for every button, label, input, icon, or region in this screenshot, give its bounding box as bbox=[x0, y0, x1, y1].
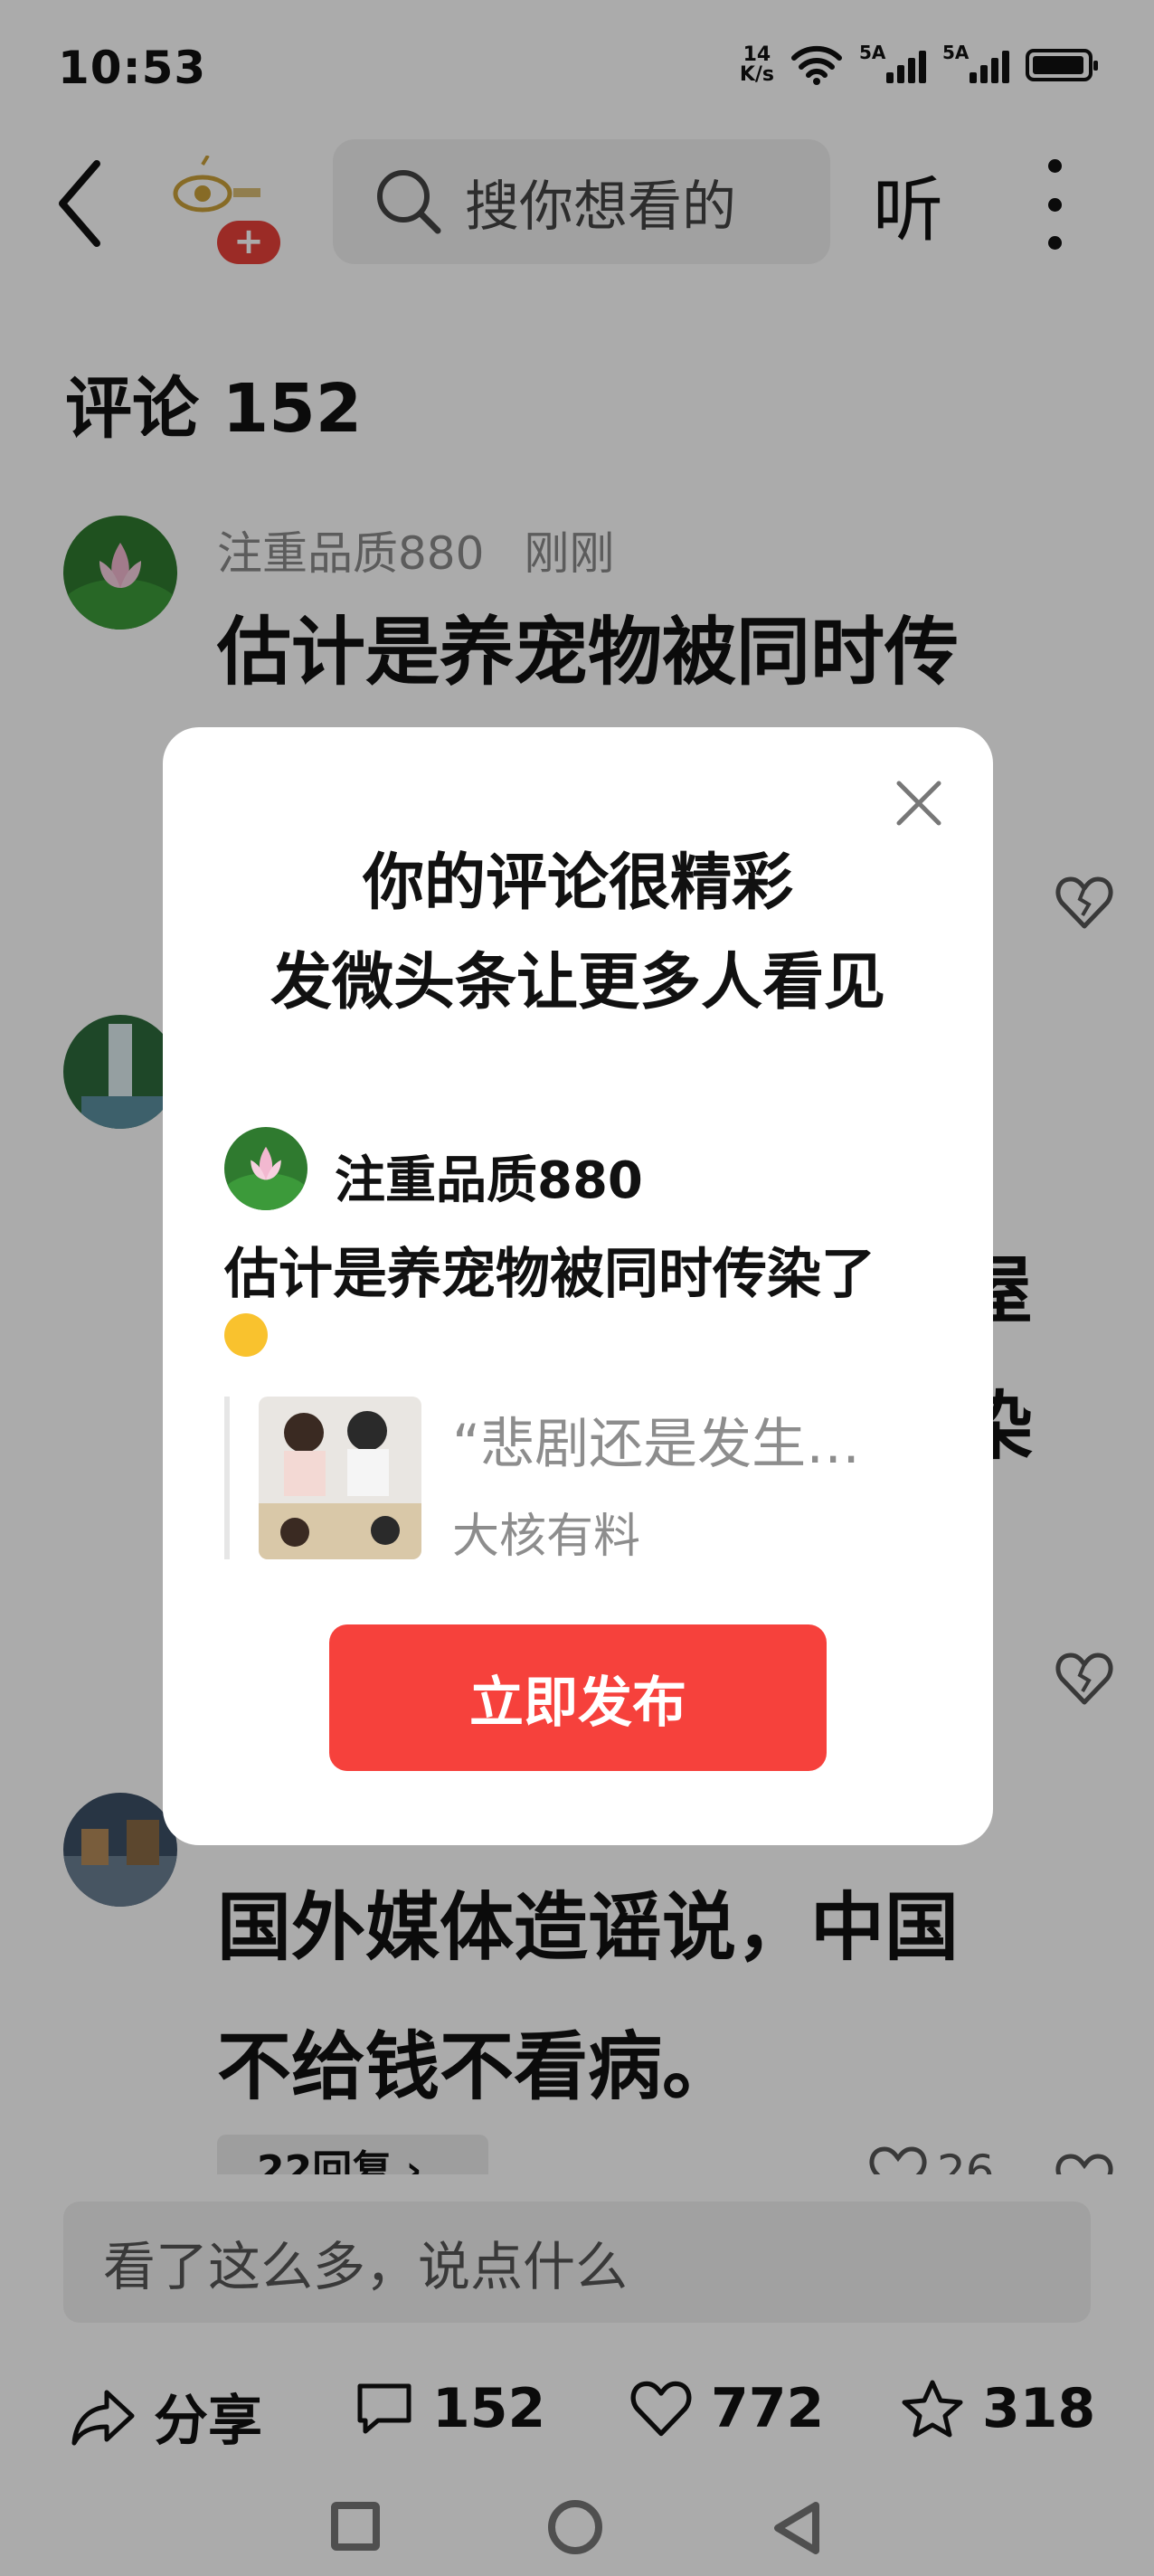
modal-username: 注重品质880 bbox=[335, 1151, 643, 1210]
lotus-avatar-image bbox=[224, 1127, 307, 1210]
quoted-article-title: “悲剧还是发生… bbox=[452, 1413, 861, 1476]
modal-user-avatar bbox=[224, 1127, 307, 1210]
quoted-article-source: 大核有料 bbox=[452, 1510, 641, 1564]
modal-comment-text: 估计是养宠物被同时传染了 bbox=[224, 1243, 875, 1306]
close-icon[interactable] bbox=[894, 778, 944, 829]
publish-button[interactable]: 立即发布 bbox=[329, 1624, 827, 1771]
modal-title-line2: 发微头条让更多人看见 bbox=[270, 947, 885, 1018]
article-thumbnail-image bbox=[259, 1397, 421, 1559]
share-prompt-modal: 你的评论很精彩 发微头条让更多人看见 注重品质880 估计是养宠物被同时传染了 bbox=[163, 727, 993, 1845]
article-thumbnail bbox=[259, 1397, 421, 1559]
quoted-article: “悲剧还是发生… 大核有料 bbox=[224, 1397, 935, 1564]
laughing-emoji-icon bbox=[224, 1313, 268, 1357]
modal-title-line1: 你的评论很精彩 bbox=[362, 848, 793, 919]
